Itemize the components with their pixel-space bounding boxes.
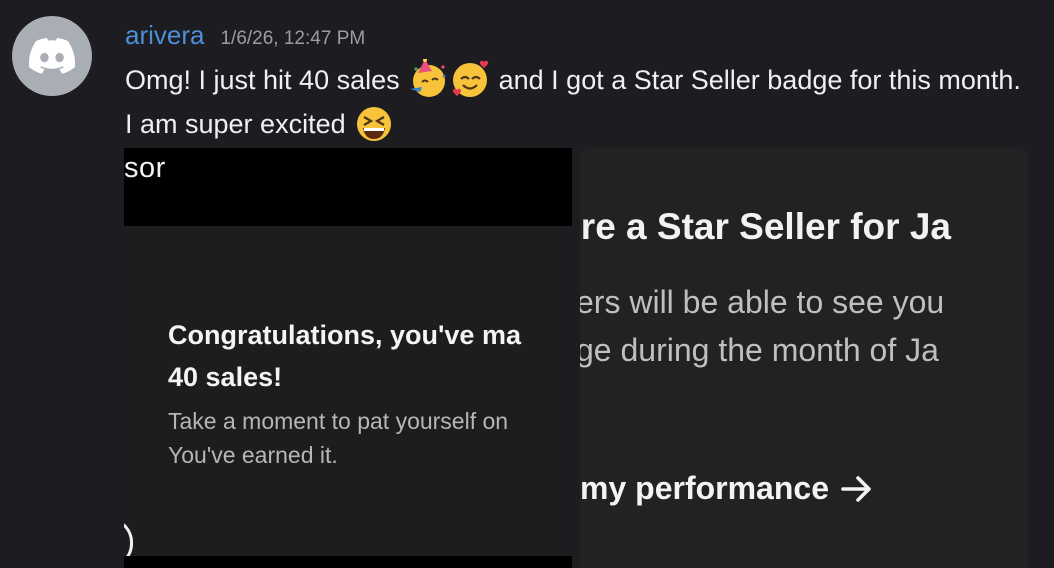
timestamp[interactable]: 1/6/26, 12:47 PM [220, 28, 365, 50]
grinning-squinting-face-emoji[interactable] [354, 103, 394, 143]
congrats-subtitle: Take a moment to pat yourself on You've … [168, 404, 572, 472]
username[interactable]: arivera [125, 20, 204, 51]
attachment-top-bar: sor [124, 148, 572, 226]
star-seller-body-line2: ge during the month of Ja [580, 332, 939, 368]
congrats-title: Congratulations, you've ma 40 sales! [168, 314, 572, 398]
my-performance-label: my performance [580, 470, 829, 506]
my-performance-link[interactable]: my performance [580, 470, 873, 507]
message-text-part1: Omg! I just hit 40 sales [125, 65, 408, 95]
message-text: Omg! I just hit 40 sales and I got a Sta… [125, 58, 1035, 146]
congrats-title-line2: 40 sales! [168, 362, 283, 392]
partying-face-emoji[interactable] [408, 58, 448, 99]
attachment-bottom-bar [124, 556, 572, 568]
congrats-title-line1: Congratulations, you've ma [168, 320, 521, 350]
image-attachment-2[interactable]: 're a Star Seller for Ja ers will be abl… [580, 148, 1028, 568]
message-header: arivera 1/6/26, 12:47 PM [125, 20, 365, 51]
smiling-face-with-hearts-emoji[interactable] [450, 59, 490, 99]
user-avatar[interactable] [12, 16, 92, 96]
congrats-subtitle-line2: You've earned it. [168, 442, 338, 468]
attachment-top-text: sor [124, 152, 166, 184]
star-seller-body: ers will be able to see you ge during th… [580, 278, 944, 374]
congrats-subtitle-line1: Take a moment to pat yourself on [168, 408, 509, 434]
star-seller-body-line1: ers will be able to see you [580, 284, 945, 320]
star-seller-title: 're a Star Seller for Ja [580, 206, 951, 247]
discord-logo-icon [29, 38, 75, 74]
image-attachment-1[interactable]: sor Congratulations, you've ma 40 sales!… [124, 148, 572, 568]
arrow-right-icon [841, 475, 871, 502]
